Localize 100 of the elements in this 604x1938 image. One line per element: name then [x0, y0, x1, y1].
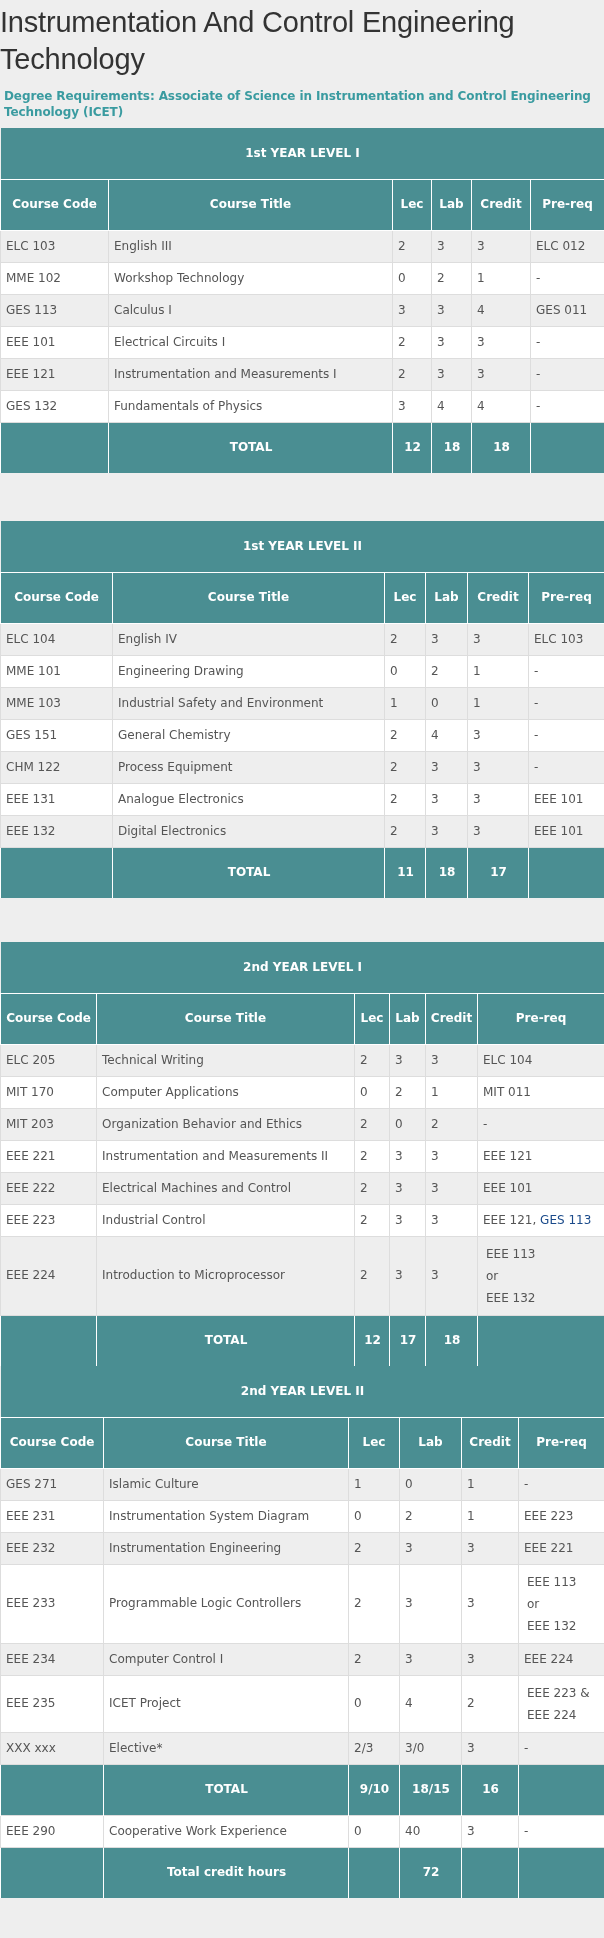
column-header: Course Title	[112, 572, 385, 623]
table-cell: 4	[471, 390, 531, 422]
table-cell: EEE 290	[0, 1815, 104, 1847]
column-header: Course Title	[108, 179, 393, 230]
table-cell: 1	[467, 687, 529, 719]
table-cell: Calculus I	[108, 294, 393, 326]
table-cell: GES 151	[0, 719, 113, 751]
column-header: Course Code	[0, 572, 113, 623]
table-cell: MIT 170	[0, 1076, 97, 1108]
table-cell: Process Equipment	[112, 751, 385, 783]
table-cell: 3/0	[399, 1732, 462, 1764]
table-cell: 40	[399, 1815, 462, 1847]
table-cell: EEE 101	[477, 1172, 604, 1204]
table-cell: 3	[461, 1643, 519, 1675]
table-cell: 0	[348, 1500, 400, 1532]
table-cell: 3	[467, 751, 529, 783]
total-value: 12	[392, 422, 432, 473]
total-value: 18/15	[399, 1764, 462, 1815]
table-cell: ICET Project	[103, 1675, 349, 1732]
table-cell: 1	[461, 1468, 519, 1500]
table-cell: -	[518, 1815, 604, 1847]
table-cell: General Chemistry	[112, 719, 385, 751]
table-cell: 2/3	[348, 1732, 400, 1764]
table-cell: ELC 104	[477, 1044, 604, 1076]
total-label: TOTAL	[103, 1764, 349, 1815]
section-title: 1st YEAR LEVEL I	[0, 128, 604, 179]
table-cell: -	[518, 1468, 604, 1500]
table-cell: 2	[348, 1643, 400, 1675]
table-cell: Islamic Culture	[103, 1468, 349, 1500]
table-cell: -	[530, 262, 604, 294]
table-cell: 3	[425, 1236, 478, 1315]
table-cell-text: EEE 223 &	[527, 1684, 591, 1702]
section-title: 2nd YEAR LEVEL I	[0, 942, 604, 993]
total-label: Total credit hours	[103, 1847, 349, 1898]
total-label: TOTAL	[108, 422, 393, 473]
total-value: 17	[467, 847, 529, 898]
table-cell: 2	[348, 1564, 400, 1643]
total-value: 9/10	[348, 1764, 400, 1815]
table-cell: 3	[425, 1172, 478, 1204]
section-title: 1st YEAR LEVEL II	[0, 521, 604, 572]
table-cell: ELC 103	[528, 623, 604, 655]
table-cell: 3	[471, 326, 531, 358]
table-cell: 3	[467, 815, 529, 847]
table-cell: 0	[348, 1675, 400, 1732]
table-cell: 1	[348, 1468, 400, 1500]
table-cell: ELC 012	[530, 230, 604, 262]
total-value: 18	[425, 847, 468, 898]
table-cell: MME 103	[0, 687, 113, 719]
table-cell: Computer Control I	[103, 1643, 349, 1675]
total-value: 16	[461, 1764, 519, 1815]
table-cell-text: EEE 113	[527, 1573, 578, 1591]
table-cell: EEE 101	[528, 783, 604, 815]
table-cell: MME 102	[0, 262, 109, 294]
table-cell: EEE 231	[0, 1500, 104, 1532]
table-cell: 3	[467, 719, 529, 751]
column-header: Lec	[384, 572, 426, 623]
table-cell: Digital Electronics	[112, 815, 385, 847]
table-cell: 3	[425, 1044, 478, 1076]
total-value: 17	[389, 1315, 426, 1366]
table-cell: GES 011	[530, 294, 604, 326]
column-header: Lab	[389, 993, 426, 1044]
table-cell: 4	[471, 294, 531, 326]
table-cell: Industrial Control	[96, 1204, 355, 1236]
table-cell: -	[528, 751, 604, 783]
table-cell: CHM 122	[0, 751, 113, 783]
column-header: Lab	[431, 179, 472, 230]
table-cell: 3	[425, 1204, 478, 1236]
column-header: Course Title	[96, 993, 355, 1044]
table-cell: English III	[108, 230, 393, 262]
table-cell: GES 132	[0, 390, 109, 422]
table-cell: 3	[399, 1532, 462, 1564]
table-cell: Workshop Technology	[108, 262, 393, 294]
table-cell: -	[518, 1732, 604, 1764]
table-cell: Industrial Safety and Environment	[112, 687, 385, 719]
table-cell: Fundamentals of Physics	[108, 390, 393, 422]
table-cell-text: EEE 113	[486, 1245, 537, 1263]
table-cell: EEE 223	[0, 1204, 97, 1236]
table-cell: EEE 232	[0, 1532, 104, 1564]
table-cell: EEE 221	[0, 1140, 97, 1172]
table-cell: GES 113	[0, 294, 109, 326]
table-cell: -	[528, 687, 604, 719]
table-cell: -	[528, 655, 604, 687]
total-value: 18	[431, 422, 472, 473]
column-header: Pre-req	[528, 572, 604, 623]
table-cell: 4	[399, 1675, 462, 1732]
table-cell: 3	[471, 358, 531, 390]
table-cell: EEE 101	[528, 815, 604, 847]
table-cell: Cooperative Work Experience	[103, 1815, 349, 1847]
table-cell: 1	[471, 262, 531, 294]
table-cell: 0	[399, 1468, 462, 1500]
table-cell: English IV	[112, 623, 385, 655]
total-label: TOTAL	[96, 1315, 355, 1366]
total-label: TOTAL	[112, 847, 385, 898]
table-cell: 0	[348, 1815, 400, 1847]
course-link[interactable]: GES 113	[540, 1212, 592, 1227]
table-cell: Introduction to Microprocessor	[96, 1236, 355, 1315]
column-header: Course Code	[0, 1417, 104, 1468]
table-cell: Electrical Circuits I	[108, 326, 393, 358]
total-value: 18	[425, 1315, 478, 1366]
table-cell: Technical Writing	[96, 1044, 355, 1076]
